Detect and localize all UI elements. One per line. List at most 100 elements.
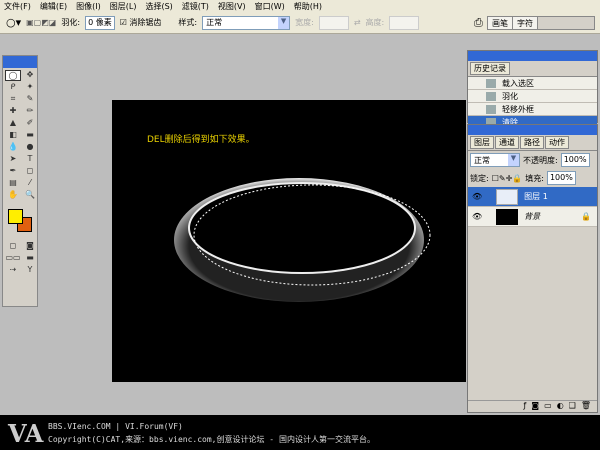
transparent-thumbnail [496, 189, 518, 205]
lasso-tool-icon[interactable]: ᑭ [5, 82, 21, 93]
gradient-tool-icon[interactable]: ▬ [22, 130, 38, 141]
footer-line-2: Copyright(C)CAT,来源：bbs.vienc.com,创意设计论坛 … [48, 434, 375, 445]
hand-tool-icon[interactable]: ✋ [5, 190, 21, 201]
shape-tool-icon[interactable]: ◻ [22, 166, 38, 177]
blur-tool-icon[interactable]: 💧 [5, 142, 21, 153]
ring-inner [189, 183, 415, 273]
forum-logo: VA [8, 419, 43, 448]
blend-mode-value: 正常 [474, 155, 490, 166]
type-tool-icon[interactable]: T [22, 154, 38, 165]
magic-wand-icon[interactable]: ✦ [22, 82, 38, 93]
slice-tool-icon[interactable]: ✎ [22, 94, 38, 105]
eye-icon[interactable]: 👁 [472, 192, 482, 201]
eraser-tool-icon[interactable]: ◧ [5, 130, 21, 141]
folder-icon[interactable]: ▭ [544, 401, 552, 412]
mask-icon[interactable]: ◙ [531, 401, 539, 412]
swap-icon[interactable]: ⇄ [354, 18, 361, 27]
layer-row-active[interactable]: 👁 图层 1 [468, 187, 597, 207]
layer-row[interactable]: 👁 背景 🔒 [468, 207, 597, 227]
pen-tool-icon[interactable]: ✒ [5, 166, 21, 177]
stamp-tool-icon[interactable]: ▲ [5, 118, 21, 129]
menu-view[interactable]: 视图(V) [218, 1, 246, 12]
brush-tool-icon[interactable]: ✏ [22, 106, 38, 117]
history-item-label: 载入选区 [502, 78, 534, 89]
lock-label: 锁定: [470, 173, 489, 184]
history-panel-header[interactable] [468, 51, 597, 61]
menu-image[interactable]: 图像(I) [76, 1, 101, 12]
marquee-tool-icon[interactable]: ◯ [5, 70, 21, 81]
adjustment-icon[interactable]: ◐ [557, 401, 564, 412]
foreground-color[interactable] [8, 209, 23, 224]
width-label: 宽度: [295, 17, 314, 28]
black-thumbnail [496, 209, 518, 225]
menu-layer[interactable]: 图层(L) [110, 1, 137, 12]
screen-mode-icon[interactable]: ▭▭ [5, 253, 21, 264]
quickmask-on-icon[interactable]: ◙ [22, 241, 38, 252]
menu-file[interactable]: 文件(F) [4, 1, 31, 12]
color-swatches[interactable] [5, 207, 35, 235]
height-input[interactable] [389, 16, 419, 30]
layer-name: 图层 1 [524, 191, 548, 202]
healing-tool-icon[interactable]: ✚ [5, 106, 21, 117]
history-brush-icon[interactable]: ✐ [22, 118, 38, 129]
elliptical-marquee-icon[interactable]: ○▾ [6, 16, 21, 29]
palette-well: 画笔 字符 [487, 16, 595, 30]
menu-window[interactable]: 窗口(W) [255, 1, 285, 12]
menu-filter[interactable]: 滤镜(T) [182, 1, 209, 12]
blend-mode-select[interactable]: 正常 ▼ [470, 153, 520, 167]
history-state-icon [486, 92, 496, 101]
watermark-footer: VA BBS.VIenc.COM | VI.Forum(VF) Copyrigh… [0, 415, 600, 450]
opacity-input[interactable]: 100% [561, 153, 590, 167]
footer-line-1: BBS.VIenc.COM | VI.Forum(VF) [48, 422, 183, 431]
history-item[interactable]: 轻移外框 [468, 103, 597, 116]
quickmask-off-icon[interactable]: ◻ [5, 241, 21, 252]
toolbox-header[interactable] [3, 56, 37, 68]
feather-label: 羽化: [61, 17, 80, 28]
history-item[interactable]: 载入选区 [468, 77, 597, 90]
layer-name: 背景 [524, 211, 540, 222]
opacity-label: 不透明度: [523, 155, 558, 166]
width-input[interactable] [319, 16, 349, 30]
tab-paths[interactable]: 路径 [520, 136, 544, 149]
dodge-tool-icon[interactable]: ● [22, 142, 38, 153]
layers-panel-header[interactable] [468, 125, 597, 135]
history-item-label: 轻移外框 [502, 104, 534, 115]
feather-input[interactable]: 0 像素 [85, 16, 115, 30]
move-tool-icon[interactable]: ✥ [22, 70, 38, 81]
tab-actions[interactable]: 动作 [545, 136, 569, 149]
tab-history[interactable]: 历史记录 [470, 62, 510, 75]
chevron-down-icon: ▼ [508, 154, 519, 166]
antialias-checkbox[interactable]: ☑ 消除锯齿 [120, 17, 162, 28]
jump-to-imageready-icon[interactable]: ⇢ [5, 265, 21, 276]
fill-input[interactable]: 100% [547, 171, 576, 185]
tab-brushes[interactable]: 画笔 [488, 17, 513, 29]
selection-mode-icons[interactable]: ▣▢◩◪ [26, 18, 56, 27]
style-label: 样式: [178, 17, 197, 28]
menu-bar: 文件(F) 编辑(E) 图像(I) 图层(L) 选择(S) 滤镜(T) 视图(V… [0, 0, 600, 12]
palette-well-icon[interactable]: ⎙ [474, 16, 483, 30]
style-select[interactable]: 正常▼ [202, 16, 290, 30]
trash-icon[interactable]: 🗑 [581, 401, 591, 412]
menu-help[interactable]: 帮助(H) [294, 1, 322, 12]
layers-footer-buttons: ƒ ◙ ▭ ◐ ❑ 🗑 [468, 400, 597, 412]
history-item[interactable]: 羽化 [468, 90, 597, 103]
new-layer-icon[interactable]: ❑ [569, 401, 576, 412]
eyedropper-icon[interactable]: ⁄ [22, 178, 38, 189]
eye-icon[interactable]: 👁 [472, 212, 482, 221]
menu-edit[interactable]: 编辑(E) [40, 1, 67, 12]
tab-character[interactable]: 字符 [513, 17, 538, 29]
tab-layers[interactable]: 图层 [470, 136, 494, 149]
imageready-icon[interactable]: Y [22, 265, 38, 276]
screen-mode-full-icon[interactable]: ▬ [22, 253, 38, 264]
document-canvas[interactable]: DEL删除后得到如下效果。 [112, 100, 466, 382]
tab-channels[interactable]: 通道 [495, 136, 519, 149]
crop-tool-icon[interactable]: ⌗ [5, 94, 21, 105]
lock-icons[interactable]: ☐✎✛🔒 [492, 174, 523, 183]
layer-style-icon[interactable]: ƒ [524, 401, 527, 412]
zoom-tool-icon[interactable]: 🔍 [22, 190, 38, 201]
history-state-icon [486, 105, 496, 114]
menu-select[interactable]: 选择(S) [145, 1, 172, 12]
notes-tool-icon[interactable]: ▤ [5, 178, 21, 189]
antialias-label: 消除锯齿 [129, 18, 161, 27]
path-select-icon[interactable]: ➤ [5, 154, 21, 165]
